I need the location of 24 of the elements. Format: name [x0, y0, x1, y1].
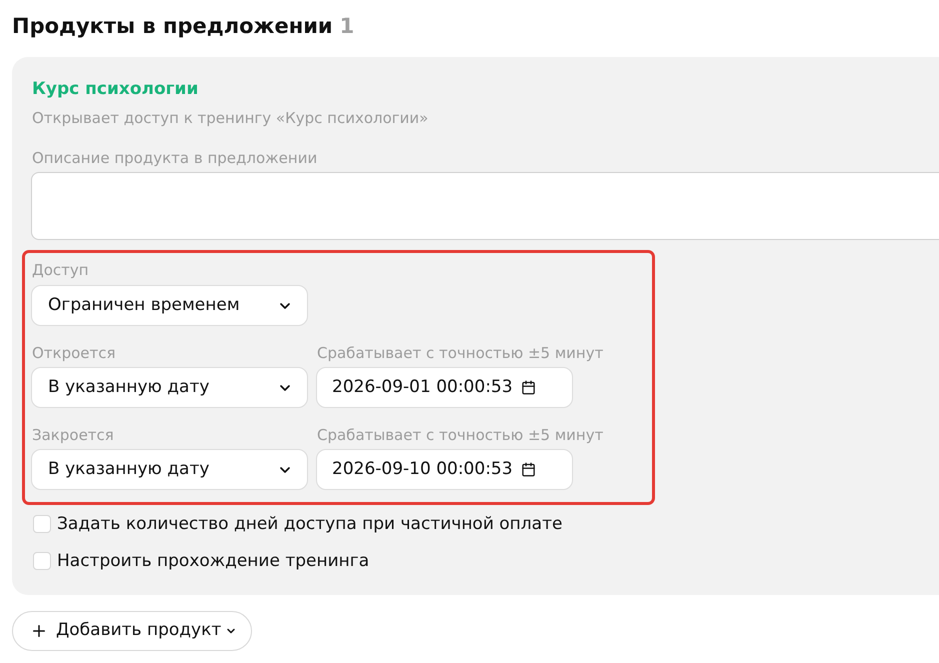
field-label: Откроется [31, 343, 117, 363]
field-hint: Срабатывает с точностью ±5 минут [316, 425, 604, 445]
calendar-icon [520, 380, 536, 395]
checkbox-label[interactable]: Настроить прохождение тренинга [57, 549, 370, 573]
field-hint: Срабатывает с точностью ±5 минут [316, 343, 604, 363]
description-field[interactable] [31, 172, 939, 240]
trigger-select[interactable]: В указанную дату [31, 367, 308, 408]
field-label: Доступ [31, 260, 90, 280]
product-name: Курс психологии [31, 78, 200, 101]
section-title: Продукты в предложении [12, 13, 333, 40]
calendar-icon [520, 462, 536, 477]
field-label: Закроется [31, 425, 115, 445]
checkbox-label[interactable]: Задать количество дней доступа при частичной оплате [57, 512, 562, 536]
datetime-field[interactable]: 2026-09-10 00:00:53 [316, 449, 573, 490]
access-select[interactable]: Ограничен временем [31, 285, 308, 326]
add-product-button[interactable]: Добавить продукт [12, 611, 252, 651]
plus-icon [30, 622, 48, 640]
trigger-select[interactable]: В указанную дату [31, 449, 308, 490]
product-count: 1 [340, 13, 354, 40]
field-label: Описание продукта в предложении [31, 148, 318, 169]
datetime-field[interactable]: 2026-09-01 00:00:53 [316, 367, 573, 408]
product-subtitle: Открывает доступ к тренингу «Курс психологии» [31, 108, 430, 129]
checkbox[interactable] [33, 552, 51, 570]
checkbox[interactable] [33, 515, 51, 533]
